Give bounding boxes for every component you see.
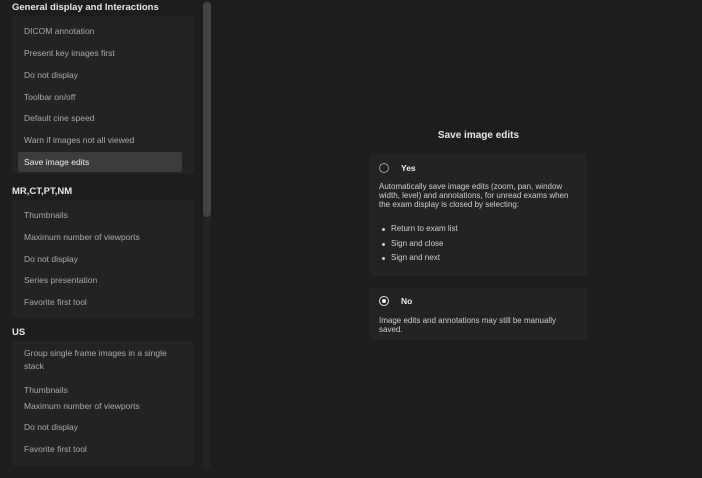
section-title-mr-ct-pt-nm: MR,CT,PT,NM xyxy=(12,186,73,197)
section-title-us: US xyxy=(12,327,26,338)
sidebar-item-save-image-edits[interactable]: Save image edits xyxy=(18,152,182,172)
option-yes-label: Yes xyxy=(401,163,416,173)
sidebar-item-thumbnails[interactable]: Thumbnails xyxy=(18,209,182,222)
sidebar-item-default-cine-speed[interactable]: Default cine speed xyxy=(18,112,182,125)
sidebar-item-series-presentation[interactable]: Series presentation xyxy=(18,274,182,287)
sidebar-item-group-single-frame[interactable]: Group single frame images in a single st… xyxy=(18,347,188,373)
option-no-label: No xyxy=(401,296,413,306)
option-no-description: Image edits and annotations may still be… xyxy=(379,316,556,334)
bullet-sign-and-next: Sign and next xyxy=(379,251,458,266)
option-yes-description: Automatically save image edits (zoom, pa… xyxy=(379,182,569,209)
sidebar-item-max-viewports[interactable]: Maximum number of viewports xyxy=(18,231,182,244)
sidebar-item-dicom-annotation[interactable]: DICOM annotation xyxy=(18,25,182,38)
sidebar-item-favorite-first-tool[interactable]: Favorite first tool xyxy=(18,296,182,309)
radio-no-selected[interactable] xyxy=(379,296,389,306)
sidebar-item-do-not-display[interactable]: Do not display xyxy=(18,421,182,434)
sidebar-item-do-not-display[interactable]: Do not display xyxy=(18,253,182,266)
section-group-general: DICOM annotation Present key images firs… xyxy=(12,16,194,174)
sidebar-item-present-key-images[interactable]: Present key images first xyxy=(18,47,182,60)
sidebar-item-warn-images-not-viewed[interactable]: Warn if images not all viewed xyxy=(18,134,182,147)
sidebar-item-do-not-display[interactable]: Do not display xyxy=(18,69,182,82)
sidebar-scrollbar[interactable] xyxy=(203,0,211,470)
bullet-sign-and-close: Sign and close xyxy=(379,237,458,252)
sidebar-item-favorite-first-tool[interactable]: Favorite first tool xyxy=(18,443,182,456)
sidebar-item-max-viewports[interactable]: Maximum number of viewports xyxy=(18,400,182,413)
section-title-general: General display and Interactions xyxy=(12,2,159,13)
sidebar-scroll-thumb[interactable] xyxy=(203,2,211,217)
option-no-card[interactable]: No Image edits and annotations may still… xyxy=(370,288,587,340)
option-yes-bullet-list: Return to exam list Sign and close Sign … xyxy=(379,222,458,266)
radio-yes[interactable] xyxy=(379,163,389,173)
sidebar-item-toolbar-on-off[interactable]: Toolbar on/off xyxy=(18,91,182,104)
sidebar-item-thumbnails[interactable]: Thumbnails xyxy=(18,384,182,397)
option-yes-card[interactable]: Yes Automatically save image edits (zoom… xyxy=(370,153,587,276)
section-group-mr-ct-pt-nm: Thumbnails Maximum number of viewports D… xyxy=(12,200,194,318)
section-group-us: Group single frame images in a single st… xyxy=(12,341,194,466)
bullet-return-to-exam-list: Return to exam list xyxy=(379,222,458,237)
settings-sidebar: General display and Interactions DICOM a… xyxy=(0,0,212,478)
page-title: Save image edits xyxy=(437,130,520,141)
